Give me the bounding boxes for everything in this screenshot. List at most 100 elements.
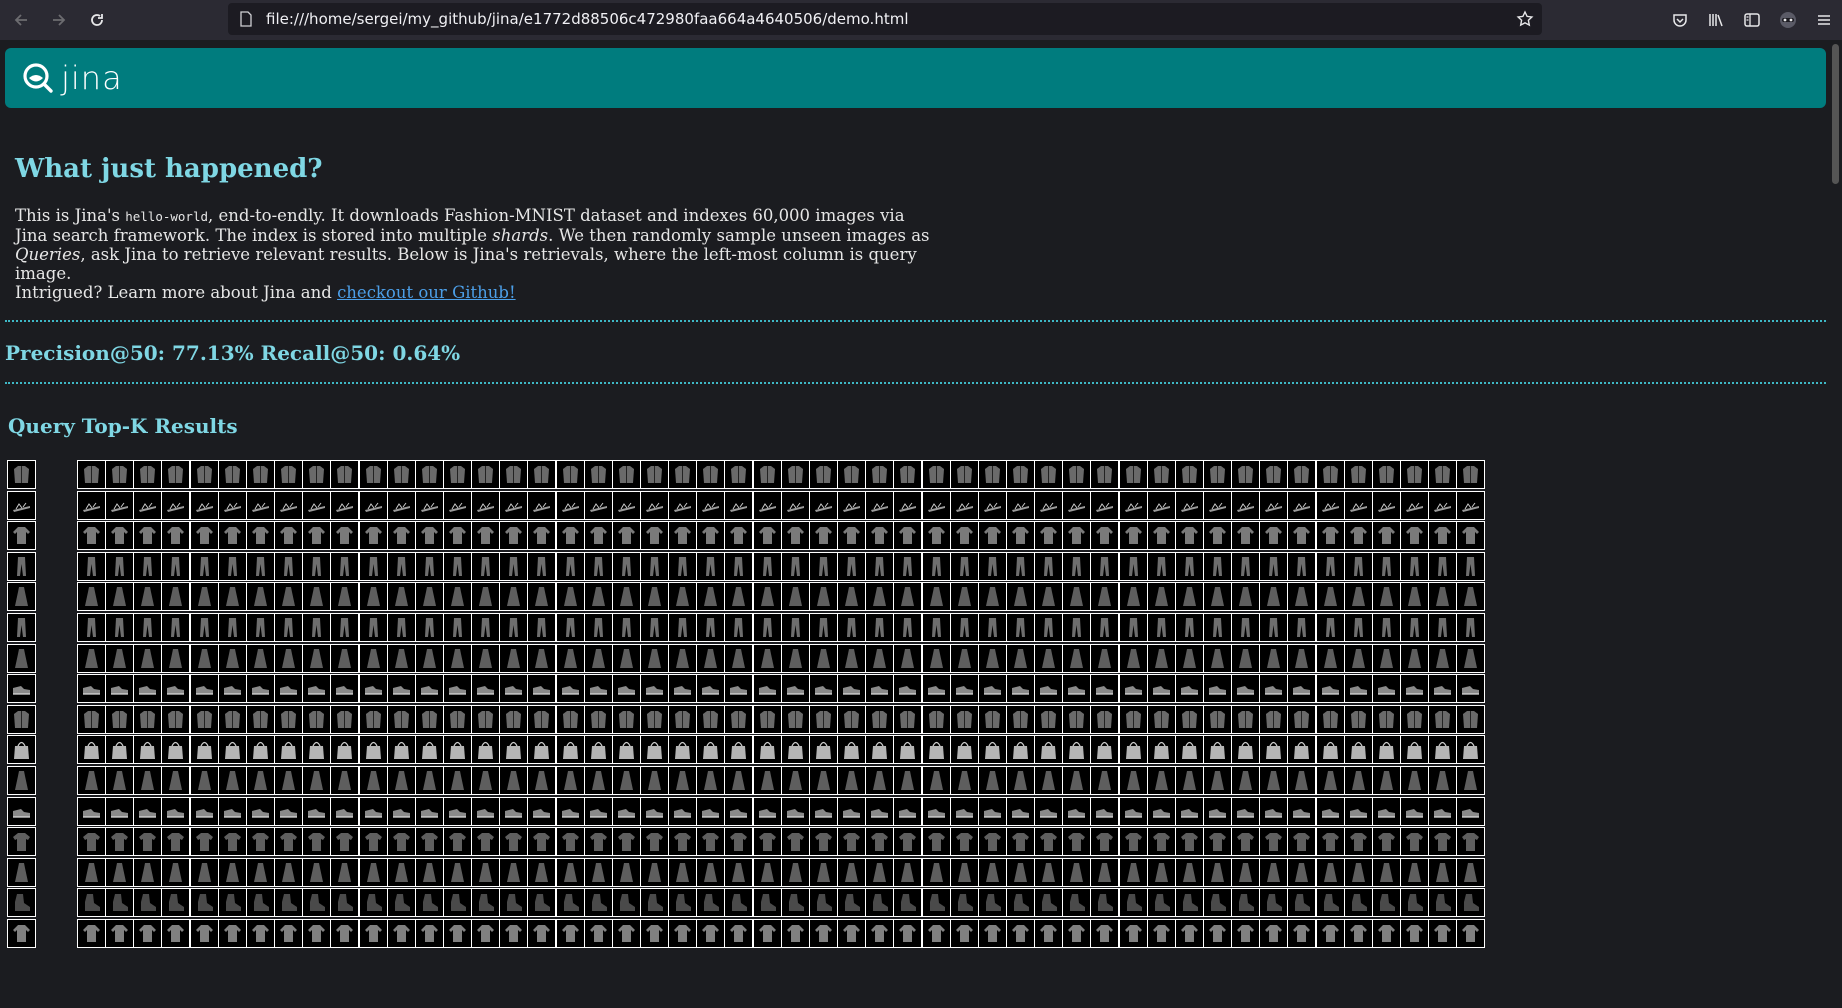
result-image[interactable] [302,460,331,489]
result-image[interactable] [781,490,810,520]
result-image[interactable] [1344,919,1373,948]
result-image[interactable] [893,919,922,948]
query-image[interactable] [7,796,36,826]
result-image[interactable] [1456,735,1485,765]
result-image[interactable] [809,766,838,795]
result-image[interactable] [696,766,725,795]
result-image[interactable] [1203,674,1232,704]
result-image[interactable] [1034,919,1063,948]
result-image[interactable] [330,582,359,612]
result-image[interactable] [415,888,444,918]
result-image[interactable] [218,888,247,918]
result-image[interactable] [640,735,669,765]
result-image[interactable] [1372,888,1401,918]
result-image[interactable] [527,735,556,765]
result-image[interactable] [218,674,247,704]
result-image[interactable] [387,857,416,887]
result-image[interactable] [415,460,444,489]
result-image[interactable] [922,827,951,857]
result-image[interactable] [1456,613,1485,642]
result-image[interactable] [865,674,894,704]
result-image[interactable] [612,704,641,734]
result-image[interactable] [1034,827,1063,857]
result-image[interactable] [161,490,190,520]
result-image[interactable] [302,766,331,795]
result-image[interactable] [1400,888,1429,918]
result-image[interactable] [77,674,106,704]
result-image[interactable] [978,643,1007,673]
result-image[interactable] [922,582,951,612]
result-image[interactable] [950,888,979,918]
query-image[interactable] [7,490,36,520]
result-image[interactable] [753,521,782,551]
result-image[interactable] [1400,735,1429,765]
result-image[interactable] [893,490,922,520]
result-image[interactable] [105,582,134,612]
result-image[interactable] [1034,521,1063,551]
result-image[interactable] [1316,613,1345,642]
url-bar[interactable]: file:///home/sergei/my_github/jina/e1772… [228,3,1542,35]
result-image[interactable] [724,551,753,581]
result-image[interactable] [1259,766,1288,795]
result-image[interactable] [1090,521,1119,551]
result-image[interactable] [1147,735,1176,765]
result-image[interactable] [415,582,444,612]
result-image[interactable] [724,919,753,948]
result-image[interactable] [1428,460,1457,489]
result-image[interactable] [302,857,331,887]
result-image[interactable] [668,490,697,520]
result-image[interactable] [105,827,134,857]
result-image[interactable] [837,643,866,673]
result-image[interactable] [1175,613,1204,642]
result-image[interactable] [922,766,951,795]
result-image[interactable] [809,888,838,918]
result-image[interactable] [1175,521,1204,551]
result-image[interactable] [724,766,753,795]
result-image[interactable] [556,796,585,826]
result-image[interactable] [359,490,388,520]
result-image[interactable] [471,582,500,612]
result-image[interactable] [527,766,556,795]
result-image[interactable] [1119,582,1148,612]
result-image[interactable] [753,613,782,642]
result-image[interactable] [584,490,613,520]
result-image[interactable] [781,521,810,551]
result-image[interactable] [1344,796,1373,826]
result-image[interactable] [922,796,951,826]
result-image[interactable] [865,827,894,857]
result-image[interactable] [133,704,162,734]
result-image[interactable] [809,735,838,765]
result-image[interactable] [133,827,162,857]
result-image[interactable] [1062,704,1091,734]
result-image[interactable] [1119,766,1148,795]
result-image[interactable] [1203,551,1232,581]
result-image[interactable] [1231,888,1260,918]
result-image[interactable] [443,888,472,918]
result-image[interactable] [246,674,275,704]
result-image[interactable] [77,735,106,765]
result-image[interactable] [837,766,866,795]
result-image[interactable] [471,674,500,704]
result-image[interactable] [133,735,162,765]
result-image[interactable] [415,919,444,948]
result-image[interactable] [837,551,866,581]
result-image[interactable] [640,857,669,887]
result-image[interactable] [1147,521,1176,551]
result-image[interactable] [499,919,528,948]
result-image[interactable] [724,827,753,857]
result-image[interactable] [471,643,500,673]
result-image[interactable] [443,643,472,673]
result-image[interactable] [218,643,247,673]
reload-button[interactable] [80,3,114,37]
result-image[interactable] [724,857,753,887]
result-image[interactable] [1034,613,1063,642]
result-image[interactable] [1344,643,1373,673]
result-image[interactable] [1062,766,1091,795]
result-image[interactable] [218,490,247,520]
result-image[interactable] [471,888,500,918]
result-image[interactable] [1034,460,1063,489]
result-image[interactable] [922,704,951,734]
result-image[interactable] [330,735,359,765]
result-image[interactable] [809,521,838,551]
result-image[interactable] [612,766,641,795]
